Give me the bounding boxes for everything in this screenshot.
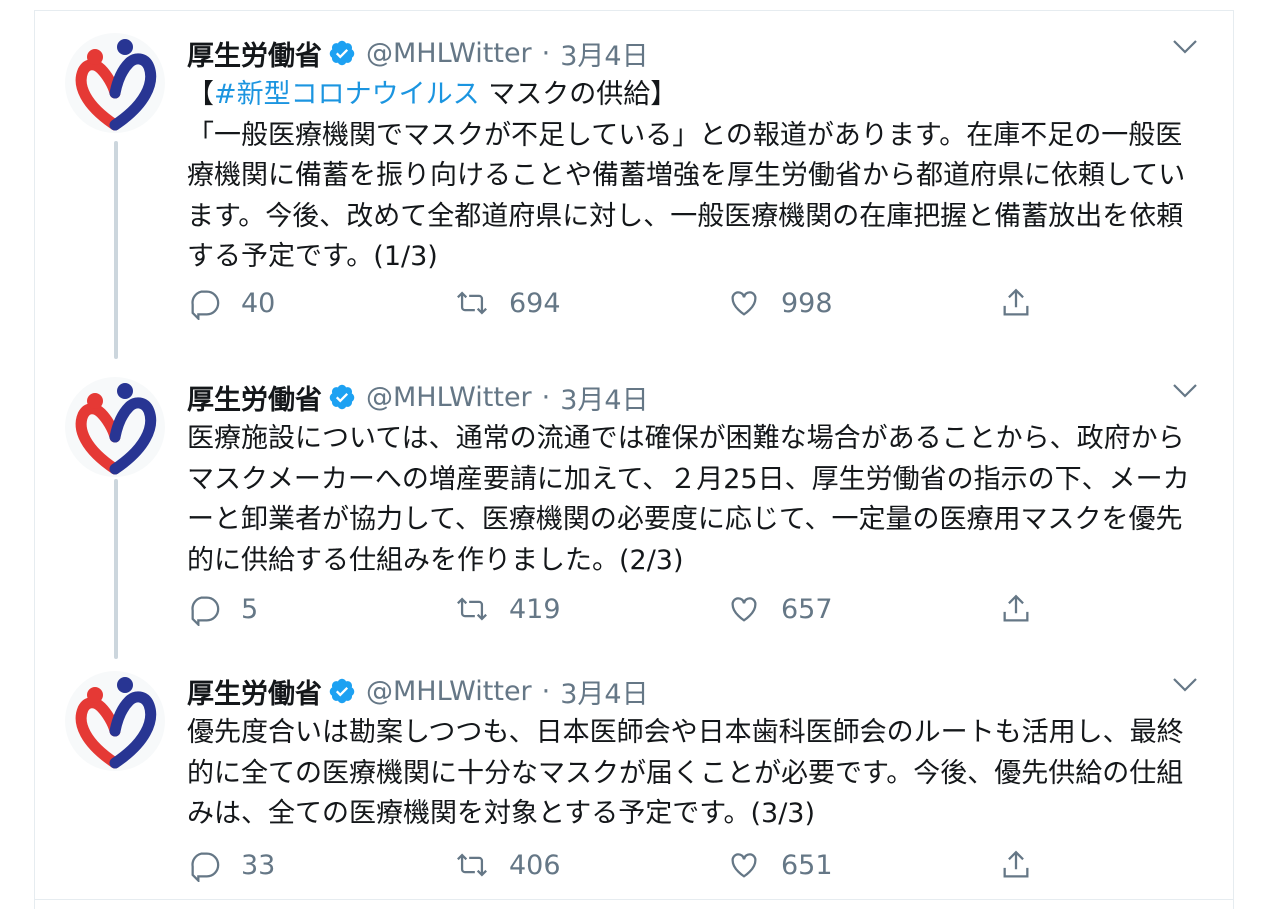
- like-count: 998: [781, 287, 833, 319]
- heart-icon: [731, 597, 757, 622]
- share-icon: [1003, 288, 1029, 316]
- account-name[interactable]: 厚生労働省: [187, 378, 322, 417]
- retweet-icon: [457, 853, 487, 877]
- share-button[interactable]: [999, 589, 1033, 629]
- tweet-header: 厚生労働省 @MHLWitter · 3月4日: [187, 375, 1197, 419]
- like-count: 657: [781, 593, 833, 625]
- like-button[interactable]: 657: [727, 589, 833, 629]
- thread-connector: [114, 141, 118, 359]
- chevron-down-icon[interactable]: [1171, 37, 1199, 57]
- like-button[interactable]: 651: [727, 845, 833, 885]
- retweet-button[interactable]: 419: [455, 589, 561, 629]
- tweet-actions: 40 694 998: [187, 283, 1197, 323]
- hashtag-link[interactable]: #新型コロナウイルス: [214, 79, 480, 110]
- retweet-icon: [457, 291, 487, 315]
- like-count: 651: [781, 849, 833, 881]
- tweet-1[interactable]: 厚生労働省 @MHLWitter · 3月4日 【#新型コロナウイルス マスクの…: [35, 11, 1233, 359]
- separator-dot: ·: [541, 675, 551, 707]
- tweet-header: 厚生労働省 @MHLWitter · 3月4日: [187, 669, 1197, 713]
- tweet-date[interactable]: 3月4日: [560, 378, 648, 417]
- tweet-date[interactable]: 3月4日: [560, 34, 648, 73]
- title-rest: マスクの供給】: [479, 79, 678, 110]
- heart-icon: [731, 853, 757, 878]
- tweet-header: 厚生労働省 @MHLWitter · 3月4日: [187, 31, 1197, 75]
- reply-button[interactable]: 40: [187, 283, 275, 323]
- mhlw-logo-icon: [75, 677, 157, 769]
- tweet-2[interactable]: 厚生労働省 @MHLWitter · 3月4日 医療施設については、通常の流通で…: [35, 355, 1233, 659]
- tweet-text: 優先度合いは勘案しつつも、日本医師会や日本歯科医師会のルートも活用し、最終的に全…: [187, 713, 1197, 835]
- avatar[interactable]: [65, 33, 165, 133]
- reply-count: 33: [241, 849, 276, 881]
- heart-icon: [731, 291, 757, 316]
- share-button[interactable]: [999, 283, 1033, 323]
- verified-badge-icon: [328, 39, 356, 67]
- tweet-text: 医療施設については、通常の流通では確保が困難な場合があることから、政府からマスク…: [187, 419, 1197, 581]
- account-handle[interactable]: @MHLWitter: [366, 676, 532, 707]
- tweet-date[interactable]: 3月4日: [560, 672, 648, 711]
- mhlw-logo-icon: [75, 39, 157, 131]
- chevron-down-icon[interactable]: [1171, 381, 1199, 401]
- chevron-down-icon[interactable]: [1171, 675, 1199, 695]
- separator-dot: ·: [541, 381, 551, 413]
- share-icon: [1003, 594, 1029, 622]
- avatar[interactable]: [65, 671, 165, 771]
- share-icon: [1003, 850, 1029, 878]
- account-handle[interactable]: @MHLWitter: [366, 382, 532, 413]
- tweet-actions: 5 419 657: [187, 589, 1197, 629]
- reply-button[interactable]: 33: [187, 845, 275, 885]
- reply-icon: [191, 852, 220, 882]
- tweet-body: 優先度合いは勘案しつつも、日本医師会や日本歯科医師会のルートも活用し、最終的に全…: [187, 717, 1184, 829]
- verified-badge-icon: [328, 383, 356, 411]
- reply-count: 40: [241, 287, 276, 319]
- tweet-actions: 33 406 651: [187, 845, 1197, 885]
- retweet-icon: [457, 597, 487, 621]
- retweet-count: 419: [509, 593, 561, 625]
- reply-count: 5: [241, 593, 259, 625]
- account-name[interactable]: 厚生労働省: [187, 672, 322, 711]
- account-handle[interactable]: @MHLWitter: [366, 38, 532, 69]
- retweet-button[interactable]: 694: [455, 283, 561, 323]
- reply-icon: [191, 290, 220, 320]
- reply-button[interactable]: 5: [187, 589, 258, 629]
- title-bracket: 【: [187, 79, 214, 110]
- avatar[interactable]: [65, 377, 165, 477]
- tweet-thread: 厚生労働省 @MHLWitter · 3月4日 【#新型コロナウイルス マスクの…: [34, 10, 1234, 909]
- retweet-button[interactable]: 406: [455, 845, 561, 885]
- tweet-text: 【#新型コロナウイルス マスクの供給】 「一般医療機関でマスクが不足している」と…: [187, 75, 1197, 278]
- mhlw-logo-icon: [75, 383, 157, 475]
- separator-dot: ·: [541, 37, 551, 69]
- tweet-body: 医療施設については、通常の流通では確保が困難な場合があることから、政府からマスク…: [187, 423, 1190, 576]
- like-button[interactable]: 998: [727, 283, 833, 323]
- share-button[interactable]: [999, 845, 1033, 885]
- thread-connector: [114, 479, 118, 659]
- verified-badge-icon: [328, 677, 356, 705]
- account-name[interactable]: 厚生労働省: [187, 34, 322, 73]
- retweet-count: 406: [509, 849, 561, 881]
- tweet-body: 「一般医療機関でマスクが不足している」との報道があります。在庫不足の一般医療機関…: [187, 119, 1186, 273]
- retweet-count: 694: [509, 287, 561, 319]
- tweet-3[interactable]: 厚生労働省 @MHLWitter · 3月4日 優先度合いは勘案しつつも、日本医…: [35, 649, 1233, 900]
- reply-icon: [191, 596, 220, 626]
